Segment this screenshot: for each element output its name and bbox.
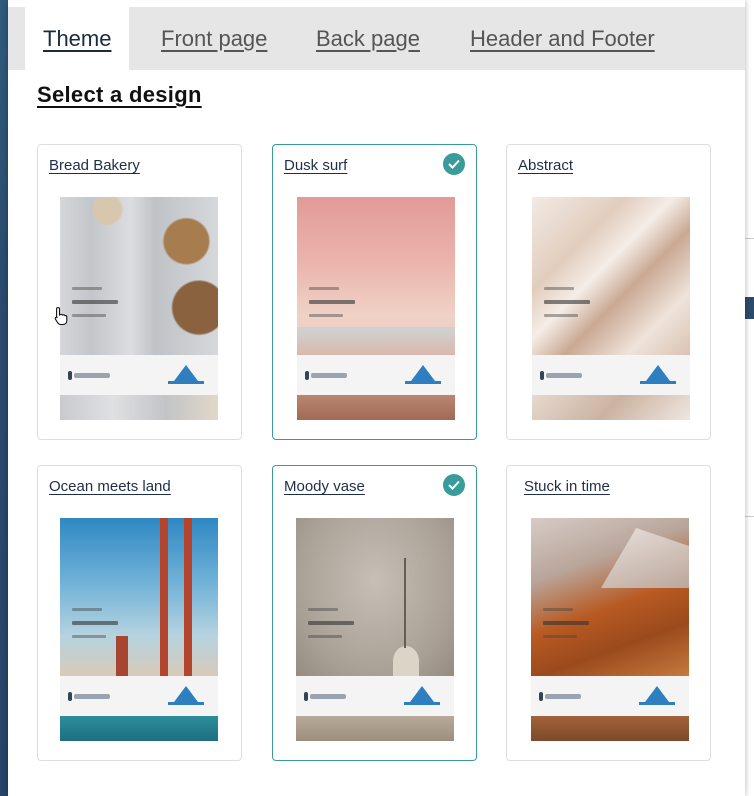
design-name[interactable]: Abstract bbox=[518, 157, 573, 174]
section-title: Select a design bbox=[37, 82, 202, 107]
design-card-dusk-surf[interactable]: Dusk surf bbox=[272, 144, 477, 440]
design-name[interactable]: Stuck in time bbox=[524, 478, 610, 495]
design-card-ocean-meets-land[interactable]: Ocean meets land bbox=[37, 465, 242, 761]
design-name[interactable]: Bread Bakery bbox=[49, 157, 140, 174]
design-name[interactable]: Moody vase bbox=[284, 478, 365, 495]
tab-back-page[interactable]: Back page bbox=[316, 7, 420, 70]
background-page-fragment bbox=[745, 0, 754, 796]
background-rule bbox=[745, 238, 754, 239]
tab-bar: Theme Front page Back page Header and Fo… bbox=[8, 7, 745, 70]
selected-check-icon bbox=[443, 153, 465, 175]
background-panel bbox=[745, 297, 754, 319]
design-card-stuck-in-time[interactable]: Stuck in time bbox=[506, 465, 711, 761]
tab-header-and-footer[interactable]: Header and Footer bbox=[470, 7, 655, 70]
design-thumbnail bbox=[60, 518, 218, 741]
design-card-bread-bakery[interactable]: Bread Bakery bbox=[37, 144, 242, 440]
design-thumbnail bbox=[532, 197, 690, 420]
design-thumbnail bbox=[296, 518, 454, 741]
tab-theme[interactable]: Theme bbox=[25, 7, 130, 70]
hand-cursor-icon bbox=[54, 306, 68, 326]
tab-front-page[interactable]: Front page bbox=[161, 7, 267, 70]
design-thumbnail bbox=[60, 197, 218, 420]
design-name[interactable]: Ocean meets land bbox=[49, 478, 171, 495]
design-card-abstract[interactable]: Abstract bbox=[506, 144, 711, 440]
design-thumbnail bbox=[297, 197, 455, 420]
design-picker-dialog: Theme Front page Back page Header and Fo… bbox=[8, 0, 745, 796]
design-card-moody-vase[interactable]: Moody vase bbox=[272, 465, 477, 761]
design-name[interactable]: Dusk surf bbox=[284, 157, 347, 174]
design-thumbnail bbox=[531, 518, 689, 741]
background-rule bbox=[745, 516, 754, 517]
selected-check-icon bbox=[443, 474, 465, 496]
